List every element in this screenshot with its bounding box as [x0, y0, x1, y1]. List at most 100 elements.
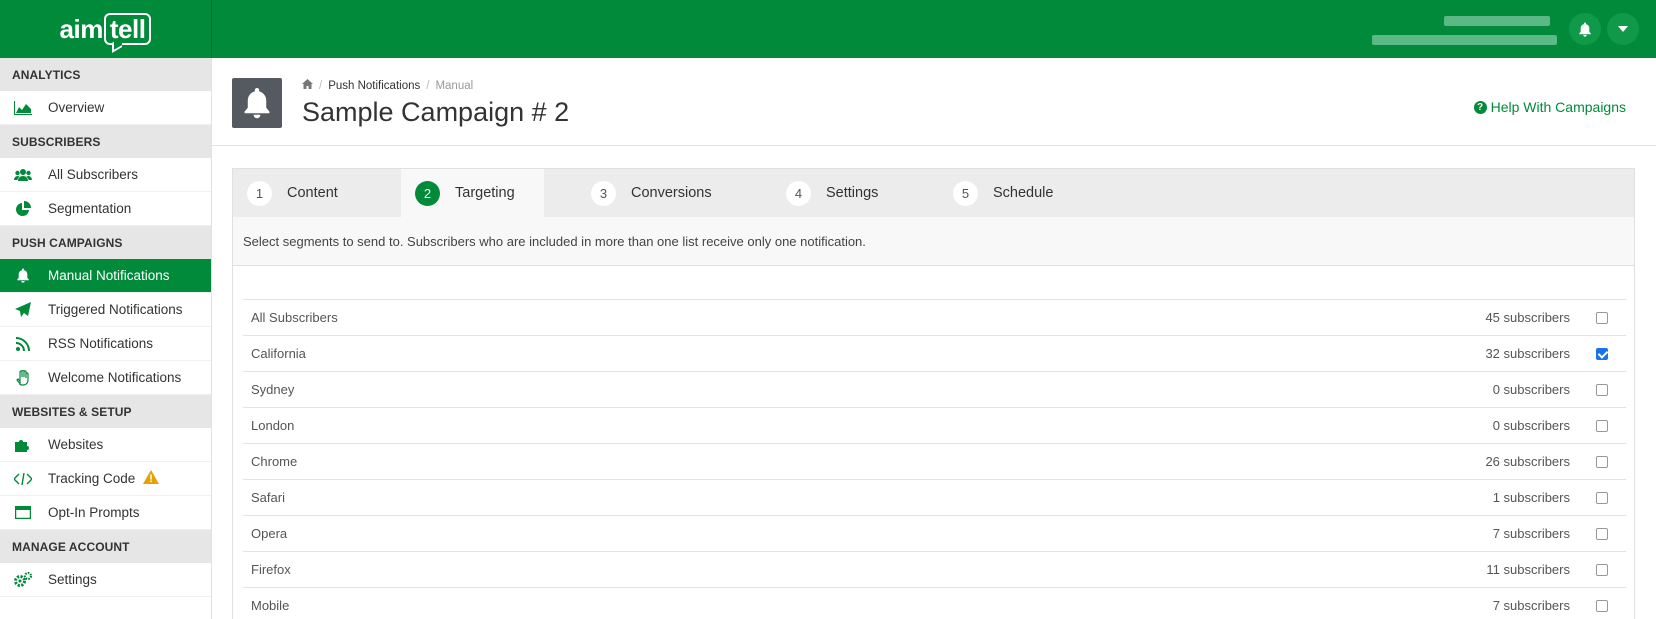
segment-checkbox[interactable]: [1596, 383, 1608, 396]
segment-name: Sydney: [251, 382, 295, 397]
segment-name: Safari: [251, 490, 285, 505]
tab-schedule[interactable]: 5 Schedule: [953, 169, 1053, 217]
segment-name: Firefox: [251, 562, 291, 577]
logo-text: aim tell: [60, 13, 152, 45]
tab-conversions[interactable]: 3 Conversions: [591, 169, 712, 217]
sidebar-item-settings[interactable]: Settings: [0, 563, 211, 597]
segment-checkbox[interactable]: [1596, 347, 1608, 360]
tab-label: Targeting: [455, 185, 515, 201]
tab-targeting[interactable]: 2 Targeting: [401, 169, 544, 217]
notifications-button[interactable]: [1569, 13, 1601, 45]
page-title: Sample Campaign # 2: [302, 97, 570, 127]
sidebar-item-label: RSS Notifications: [48, 336, 154, 351]
users-icon: [14, 166, 32, 184]
tab-content[interactable]: 1 Content: [247, 169, 338, 217]
sidebar: ANALYTICS Overview SUBSCRIBERS All Subsc…: [0, 58, 212, 619]
sidebar-item-label: Tracking Code: [48, 471, 136, 486]
sidebar-item-tracking-code[interactable]: Tracking Code: [0, 462, 211, 496]
account-menu-button[interactable]: [1607, 13, 1639, 45]
segment-count: 11 subscribers: [1486, 562, 1570, 577]
segment-name: All Subscribers: [251, 310, 338, 325]
segment-checkbox[interactable]: [1596, 563, 1608, 576]
breadcrumb-separator: /: [426, 79, 430, 92]
list-item[interactable]: Opera 7 subscribers: [243, 516, 1626, 552]
sidebar-section-manage-account: MANAGE ACCOUNT: [0, 530, 211, 563]
paper-plane-icon: [14, 301, 32, 319]
sidebar-item-websites[interactable]: Websites: [0, 428, 211, 462]
wizard-tabs: 1 Content 2 Targeting 3 Conversions 4 Se…: [233, 169, 1634, 217]
sidebar-item-all-subscribers[interactable]: All Subscribers: [0, 158, 211, 192]
segment-name: London: [251, 418, 295, 433]
account-email-redacted: [1372, 35, 1557, 45]
list-item[interactable]: Firefox 11 subscribers: [243, 552, 1626, 588]
bell-icon: [14, 267, 32, 285]
segment-count: 7 subscribers: [1492, 598, 1570, 613]
sidebar-item-label: Settings: [48, 572, 97, 587]
segment-checkbox[interactable]: [1596, 311, 1608, 324]
campaign-bell-icon: [232, 78, 282, 128]
segment-checkbox[interactable]: [1596, 419, 1608, 432]
segment-checkbox[interactable]: [1596, 491, 1608, 504]
window-icon: [14, 504, 32, 522]
sidebar-item-rss-notifications[interactable]: RSS Notifications: [0, 327, 211, 361]
list-item[interactable]: All Subscribers 45 subscribers: [243, 300, 1626, 336]
segment-count: 7 subscribers: [1492, 526, 1570, 541]
tab-number: 1: [247, 180, 272, 206]
list-item[interactable]: Safari 1 subscribers: [243, 480, 1626, 516]
segment-count: 1 subscribers: [1492, 490, 1570, 505]
segment-count: 0 subscribers: [1492, 382, 1570, 397]
tab-number: 3: [591, 180, 616, 206]
sidebar-item-manual-notifications[interactable]: Manual Notifications: [0, 259, 211, 293]
sidebar-item-triggered-notifications[interactable]: Triggered Notifications: [0, 293, 211, 327]
sidebar-item-label: Overview: [48, 100, 105, 115]
segment-checkbox[interactable]: [1596, 455, 1608, 468]
sidebar-item-label: Welcome Notifications: [48, 370, 182, 385]
list-item[interactable]: London 0 subscribers: [243, 408, 1626, 444]
list-item[interactable]: Chrome 26 subscribers: [243, 444, 1626, 480]
rss-icon: [14, 335, 32, 353]
account-name-redacted: [1444, 16, 1550, 26]
sidebar-item-overview[interactable]: Overview: [0, 91, 211, 125]
logo-text-tell: tell: [103, 13, 152, 45]
sidebar-item-welcome-notifications[interactable]: Welcome Notifications: [0, 361, 211, 395]
tab-number: 5: [953, 180, 978, 206]
tab-label: Content: [287, 185, 338, 201]
segment-name: Chrome: [251, 454, 298, 469]
tab-number: 2: [415, 180, 440, 206]
breadcrumb-separator: /: [319, 79, 323, 92]
sidebar-item-label: Triggered Notifications: [48, 302, 183, 317]
sidebar-section-analytics: ANALYTICS: [0, 58, 211, 91]
sidebar-item-opt-in-prompts[interactable]: Opt-In Prompts: [0, 496, 211, 530]
tab-label: Conversions: [631, 185, 712, 201]
warning-icon: [143, 470, 160, 487]
pie-chart-icon: [14, 200, 32, 218]
list-item[interactable]: California 32 subscribers: [243, 336, 1626, 372]
segment-list: All Subscribers 45 subscribers Californi…: [243, 299, 1626, 619]
chevron-down-icon: [1618, 26, 1628, 32]
main-content: / Push Notifications / Manual Sample Cam…: [212, 58, 1656, 619]
segment-name: Opera: [251, 526, 288, 541]
sidebar-item-label: Manual Notifications: [48, 268, 170, 283]
tab-label: Schedule: [993, 185, 1054, 201]
list-item[interactable]: Mobile 7 subscribers: [243, 588, 1626, 619]
sidebar-item-segmentation[interactable]: Segmentation: [0, 192, 211, 226]
segment-count: 45 subscribers: [1485, 310, 1570, 325]
top-bar: aim tell: [0, 0, 1656, 58]
segment-checkbox[interactable]: [1596, 527, 1608, 540]
bell-icon: [1579, 22, 1591, 37]
targeting-instructions: Select segments to send to. Subscribers …: [233, 217, 1634, 266]
breadcrumb-push-notifications[interactable]: Push Notifications: [328, 80, 420, 92]
home-icon[interactable]: [302, 79, 313, 92]
logo[interactable]: aim tell: [0, 0, 212, 58]
segment-checkbox[interactable]: [1596, 599, 1608, 612]
hand-wave-icon: [14, 369, 32, 387]
tab-settings[interactable]: 4 Settings: [786, 169, 878, 217]
list-item[interactable]: Sydney 0 subscribers: [243, 372, 1626, 408]
help-with-campaigns-link[interactable]: ? Help With Campaigns: [1473, 99, 1626, 115]
segment-name: California: [251, 346, 306, 361]
tab-label: Settings: [826, 185, 879, 201]
area-chart-icon: [14, 99, 32, 117]
segment-count: 32 subscribers: [1485, 346, 1570, 361]
sidebar-section-websites-setup: WEBSITES & SETUP: [0, 395, 211, 428]
tab-number: 4: [786, 180, 811, 206]
